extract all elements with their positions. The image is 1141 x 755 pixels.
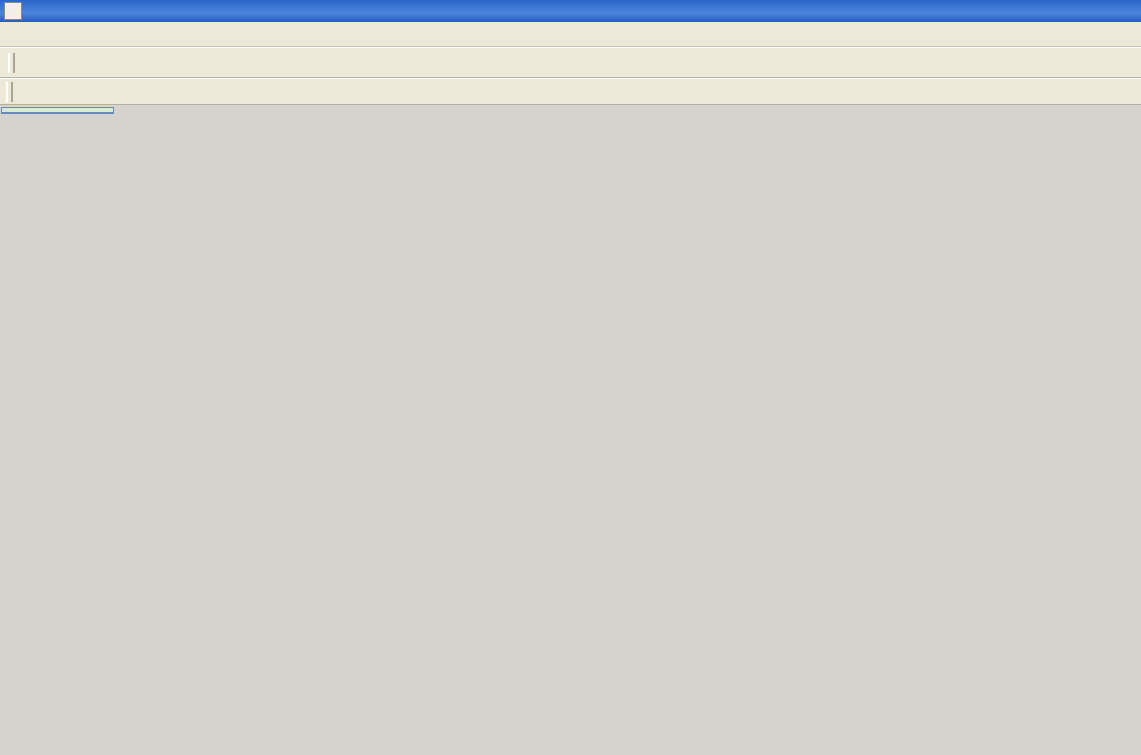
title-bar[interactable] [0, 0, 1141, 22]
toolbar-grip [6, 82, 13, 102]
symbol-name [2, 108, 113, 113]
menu-bar [0, 22, 1141, 47]
gann-wheel-canvas[interactable] [0, 0, 1141, 755]
app-logo-icon-menu [6, 26, 22, 42]
app-logo-icon [4, 2, 22, 20]
drawing-toolbar [0, 78, 1141, 105]
main-toolbar [0, 47, 1141, 78]
symbol-info-panel [1, 107, 114, 114]
toolbar-grip [8, 53, 15, 73]
